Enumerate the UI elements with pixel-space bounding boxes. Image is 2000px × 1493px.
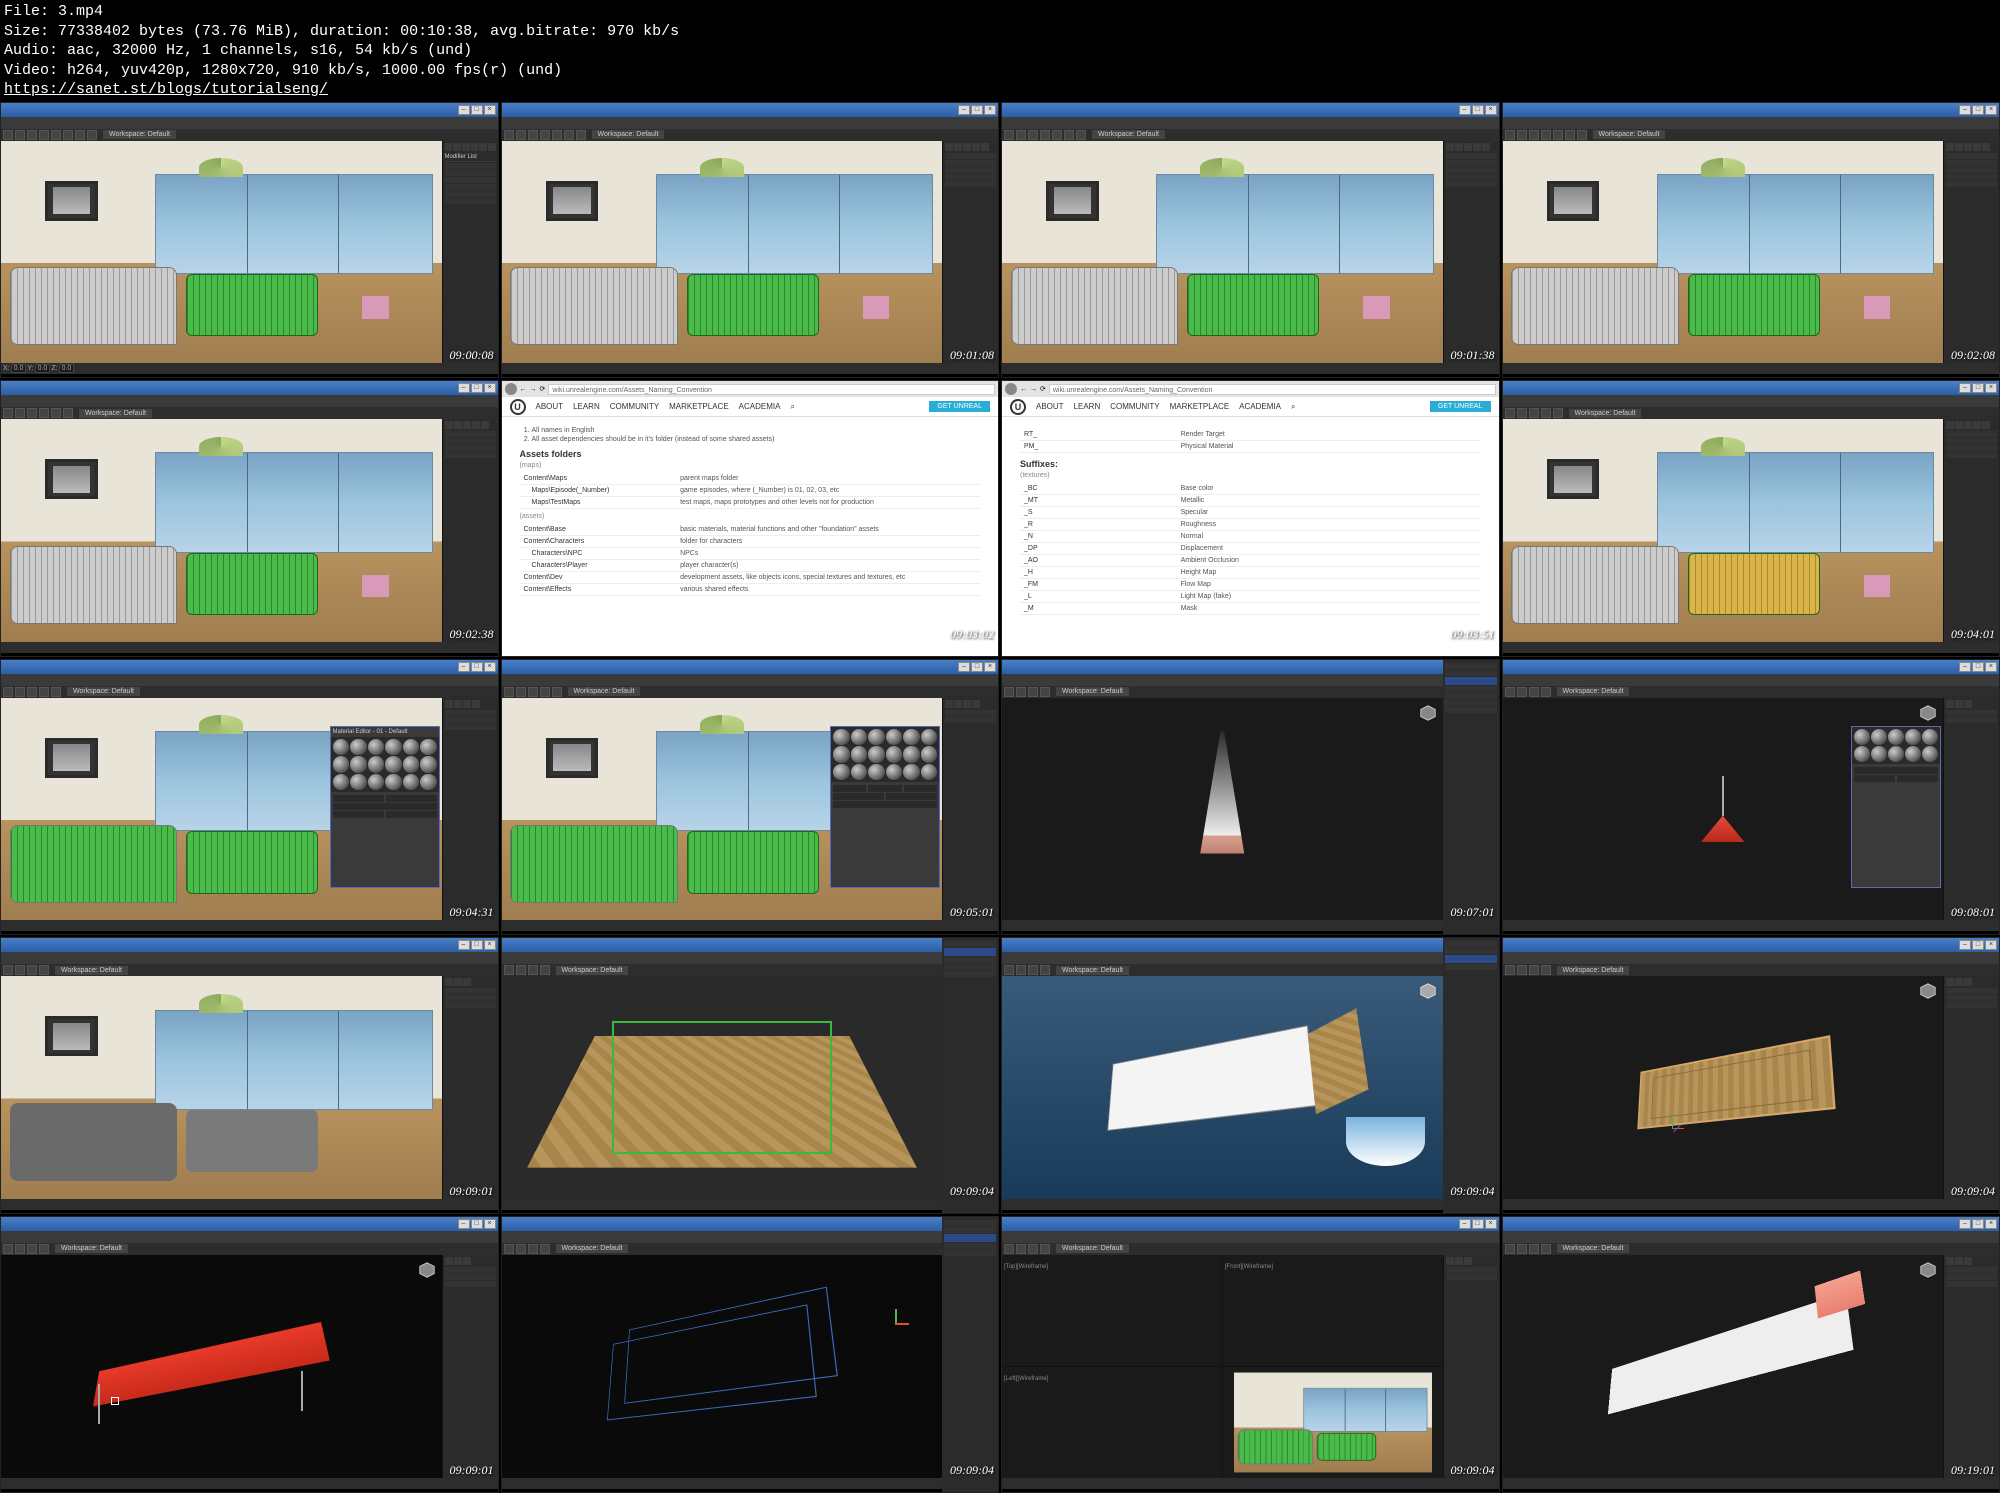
timestamp: 09:00:08 <box>450 348 494 363</box>
material-editor[interactable]: Material Editor - 01 - Default <box>330 726 440 889</box>
thumb-11-lamp: –□× Workspace: Default 09:08:01 <box>1502 659 2000 936</box>
thumb-1: –□× Workspace: Default 09:01:08 <box>501 102 1000 379</box>
viewcube-icon[interactable] <box>1919 982 1937 1000</box>
viewcube-icon[interactable] <box>1919 704 1937 722</box>
file-name: File: 3.mp4 <box>4 2 1996 22</box>
thumb-12-render: –□× Workspace: Default 09:09:01 <box>0 937 499 1214</box>
thumb-6-browser: ←→⟳wiki.unrealengine.com/Assets_Naming_C… <box>1001 380 1500 657</box>
wall-picture <box>45 181 98 221</box>
material-editor[interactable] <box>1851 726 1941 889</box>
floor-plan <box>502 976 943 1199</box>
file-audio: Audio: aac, 32000 Hz, 1 channels, s16, 5… <box>4 41 1996 61</box>
wire-box <box>502 1255 943 1478</box>
command-panel[interactable]: Modifier List <box>442 141 498 364</box>
status-bar: X:0.0Y:0.0Z:0.0 <box>1 363 498 374</box>
table-selected <box>1 1255 442 1478</box>
thumb-9: –□× Workspace: Default 09:05:01 <box>501 659 1000 936</box>
transform-gizmo[interactable] <box>883 1311 907 1335</box>
thumb-14-geo: –□× Workspace: Default 09:09:04 <box>1001 937 1500 1214</box>
ue-nav[interactable]: U ABOUT LEARN COMMUNITY MARKETPLACE ACAD… <box>502 397 999 417</box>
thumb-16-redtable: –□× Workspace: Default 09:09:01 <box>0 1216 499 1493</box>
search-icon[interactable]: ⌕ <box>790 402 794 412</box>
window-titlebar: –□× <box>1 103 498 117</box>
file-video: Video: h264, yuv420p, 1280x720, 910 kb/s… <box>4 61 1996 81</box>
thumb-17-wirebox: –□× Workspace: Default 09:09:04 <box>501 1216 1000 1493</box>
thumb-3: –□× Workspace: Default 09:02:08 <box>1502 102 2000 379</box>
suffixes-table: _BCBase color _MTMetallic _SSpecular _RR… <box>1020 483 1481 615</box>
thumb-2: –□× Workspace: Default 09:01:38 <box>1001 102 1500 379</box>
geometry-view <box>1002 976 1443 1199</box>
window-controls[interactable]: –□× <box>458 105 496 115</box>
thumb-4: –□× Workspace: Default 09:02:38 <box>0 380 499 657</box>
folders-table: Content\Mapsparent maps folder Maps\Epis… <box>520 473 981 509</box>
menu-bar[interactable] <box>1 117 498 129</box>
viewcube-icon[interactable] <box>1419 704 1437 722</box>
viewcube-icon[interactable] <box>1919 1261 1937 1279</box>
thumb-10-lamp: –□× Workspace: Default 09:07:01 <box>1001 659 1500 936</box>
shelf-unit <box>1503 1255 1944 1478</box>
workspace-selector[interactable]: Workspace: Default <box>103 130 176 139</box>
material-editor[interactable] <box>830 726 940 889</box>
file-info-header: File: 3.mp4 Size: 77338402 bytes (73.76 … <box>0 0 2000 102</box>
quad-viewport[interactable]: [Top][Wireframe] [Front][Wireframe] [Lef… <box>1002 1255 1443 1478</box>
lamp-cone <box>1178 731 1266 853</box>
file-size: Size: 77338402 bytes (73.76 MiB), durati… <box>4 22 1996 42</box>
thumb-7: –□× Workspace: Default 09:04:01 <box>1502 380 2000 657</box>
thumb-8: –□× Workspace: Default Material Editor -… <box>0 659 499 936</box>
file-url[interactable]: https://sanet.st/blogs/tutorialseng/ <box>4 81 328 98</box>
scene-explorer[interactable] <box>1443 660 1499 935</box>
shelf-view <box>1503 976 1944 1199</box>
viewcube-icon[interactable] <box>1419 982 1437 1000</box>
viewcube-icon[interactable] <box>418 1261 436 1279</box>
pivot-anchor[interactable] <box>111 1397 119 1405</box>
sofa-left <box>10 267 177 345</box>
search-icon[interactable]: ⌕ <box>1291 402 1295 412</box>
thumb-13-floor: –□× Workspace: Default 09:09:04 <box>501 937 1000 1214</box>
address-bar[interactable]: wiki.unrealengine.com/Assets_Naming_Conv… <box>548 384 995 395</box>
ue-logo-icon: U <box>510 399 526 415</box>
maximize-icon: □ <box>471 105 483 115</box>
thumb-5-browser: ←→⟳wiki.unrealengine.com/Assets_Naming_C… <box>501 380 1000 657</box>
close-icon: × <box>484 105 496 115</box>
get-unreal-button[interactable]: GET UNREAL <box>929 401 990 412</box>
thumb-15-shelf: –□× Workspace: Default 09:09:04 <box>1502 937 2000 1214</box>
thumbnail-grid: –□× Workspace: Default Modifier List X:0… <box>0 102 2000 1493</box>
viewport[interactable] <box>1 141 442 364</box>
transform-gizmo[interactable] <box>1657 1113 1687 1143</box>
main-toolbar[interactable]: Workspace: Default <box>1 129 498 141</box>
thumb-18-quad: –□× Workspace: Default [Top][Wireframe] … <box>1001 1216 1500 1493</box>
lamp-small <box>1701 776 1745 843</box>
thumb-19-whiteshelf: –□× Workspace: Default 09:19:01 <box>1502 1216 2000 1493</box>
thumb-0: –□× Workspace: Default Modifier List X:0… <box>0 102 499 379</box>
minimize-icon: – <box>458 105 470 115</box>
sofa-right <box>186 274 318 336</box>
browser-chrome[interactable]: ←→⟳wiki.unrealengine.com/Assets_Naming_C… <box>502 381 999 397</box>
doc-content: All names in EnglishAll asset dependenci… <box>502 417 999 656</box>
